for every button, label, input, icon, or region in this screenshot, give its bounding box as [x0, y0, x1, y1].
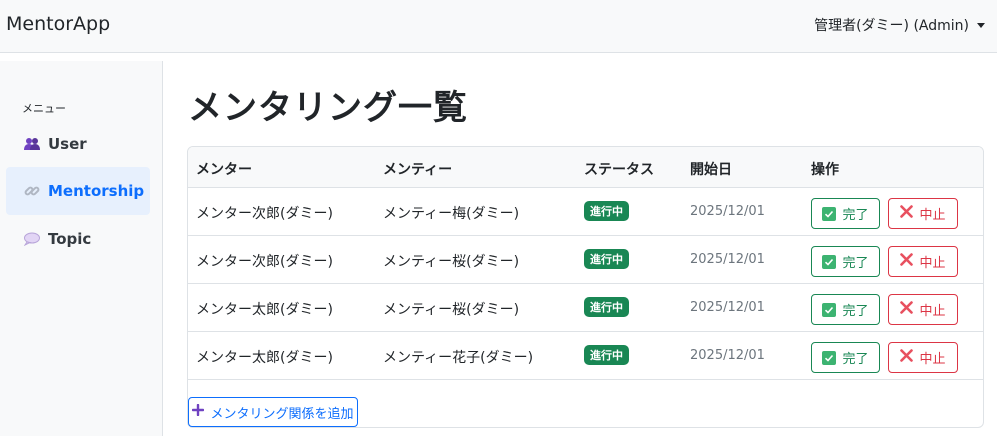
speech-bubble-icon	[24, 231, 40, 247]
sidebar-item-label: Mentorship	[48, 182, 145, 200]
sidebar: メニュー User Mentorship Topic	[0, 61, 163, 436]
table-row: メンター太郎(ダミー) メンティー花子(ダミー) 進行中 2025/12/01 …	[188, 332, 983, 380]
cancel-button[interactable]: 中止	[888, 246, 958, 277]
table-row: メンター次郎(ダミー) メンティー梅(ダミー) 進行中 2025/12/01 完…	[188, 188, 983, 236]
table-row: メンター次郎(ダミー) メンティー桜(ダミー) 進行中 2025/12/01 完…	[188, 236, 983, 284]
column-header-mentor: メンター	[196, 162, 252, 178]
close-icon	[900, 349, 914, 366]
add-mentorship-button[interactable]: メンタリング関係を追加	[188, 397, 358, 427]
complete-button-label: 完了	[842, 304, 869, 319]
table-header: メンター メンティー ステータス 開始日 操作	[188, 147, 983, 188]
mentee-cell: メンティー桜(ダミー)	[383, 254, 520, 270]
caret-down-icon	[977, 22, 985, 28]
sidebar-heading: メニュー	[22, 102, 66, 115]
close-icon	[900, 205, 914, 222]
column-header-start-date: 開始日	[690, 162, 732, 178]
start-date-cell: 2025/12/01	[690, 300, 765, 315]
mentor-cell: メンター次郎(ダミー)	[196, 254, 333, 270]
checkmark-icon	[822, 350, 837, 365]
status-badge: 進行中	[584, 345, 629, 365]
checkmark-icon	[822, 206, 837, 221]
mentee-cell: メンティー梅(ダミー)	[383, 206, 520, 222]
top-navbar: MentorApp 管理者(ダミー) (Admin)	[0, 0, 997, 53]
mentee-cell: メンティー花子(ダミー)	[383, 350, 534, 366]
sidebar-item-label: Topic	[48, 230, 92, 248]
start-date-cell: 2025/12/01	[690, 252, 765, 267]
column-header-status: ステータス	[584, 162, 654, 178]
complete-button-label: 完了	[842, 352, 869, 367]
users-icon	[24, 136, 40, 152]
table-row: メンター太郎(ダミー) メンティー桜(ダミー) 進行中 2025/12/01 完…	[188, 284, 983, 332]
complete-button-label: 完了	[842, 256, 869, 271]
cancel-button[interactable]: 中止	[888, 342, 958, 373]
sidebar-item-mentorship[interactable]: Mentorship	[6, 167, 150, 215]
status-badge: 進行中	[584, 249, 629, 269]
complete-button[interactable]: 完了	[811, 294, 880, 325]
user-menu-dropdown[interactable]: 管理者(ダミー) (Admin)	[814, 15, 985, 35]
sidebar-item-topic[interactable]: Topic	[6, 215, 150, 263]
mentor-cell: メンター次郎(ダミー)	[196, 206, 333, 222]
mentor-cell: メンター太郎(ダミー)	[196, 350, 333, 366]
close-icon	[900, 253, 914, 270]
cancel-button[interactable]: 中止	[888, 198, 958, 229]
mentor-cell: メンター太郎(ダミー)	[196, 302, 333, 318]
start-date-cell: 2025/12/01	[690, 348, 765, 363]
status-badge: 進行中	[584, 297, 629, 317]
user-menu-label: 管理者(ダミー) (Admin)	[814, 18, 969, 34]
page-title: メンタリング一覧	[188, 88, 468, 128]
sidebar-item-label: User	[48, 135, 87, 153]
app-brand[interactable]: MentorApp	[6, 13, 110, 35]
complete-button[interactable]: 完了	[811, 342, 880, 373]
link-icon	[24, 183, 40, 199]
status-badge: 進行中	[584, 201, 629, 221]
column-header-actions: 操作	[811, 162, 839, 178]
cancel-button-label: 中止	[919, 208, 946, 223]
mentee-cell: メンティー桜(ダミー)	[383, 302, 520, 318]
cancel-button[interactable]: 中止	[888, 294, 958, 325]
plus-icon	[192, 403, 205, 420]
add-mentorship-button-label: メンタリング関係を追加	[210, 406, 354, 422]
cancel-button-label: 中止	[919, 256, 946, 271]
mentorship-table: メンター メンティー ステータス 開始日 操作 メンター次郎(ダミー) メンティ…	[187, 146, 984, 428]
cancel-button-label: 中止	[919, 304, 946, 319]
column-header-mentee: メンティー	[383, 162, 453, 178]
sidebar-item-user[interactable]: User	[6, 120, 150, 168]
complete-button[interactable]: 完了	[811, 246, 880, 277]
close-icon	[900, 301, 914, 318]
complete-button[interactable]: 完了	[811, 198, 880, 229]
checkmark-icon	[822, 254, 837, 269]
checkmark-icon	[822, 302, 837, 317]
start-date-cell: 2025/12/01	[690, 204, 765, 219]
complete-button-label: 完了	[842, 208, 869, 223]
cancel-button-label: 中止	[919, 352, 946, 367]
